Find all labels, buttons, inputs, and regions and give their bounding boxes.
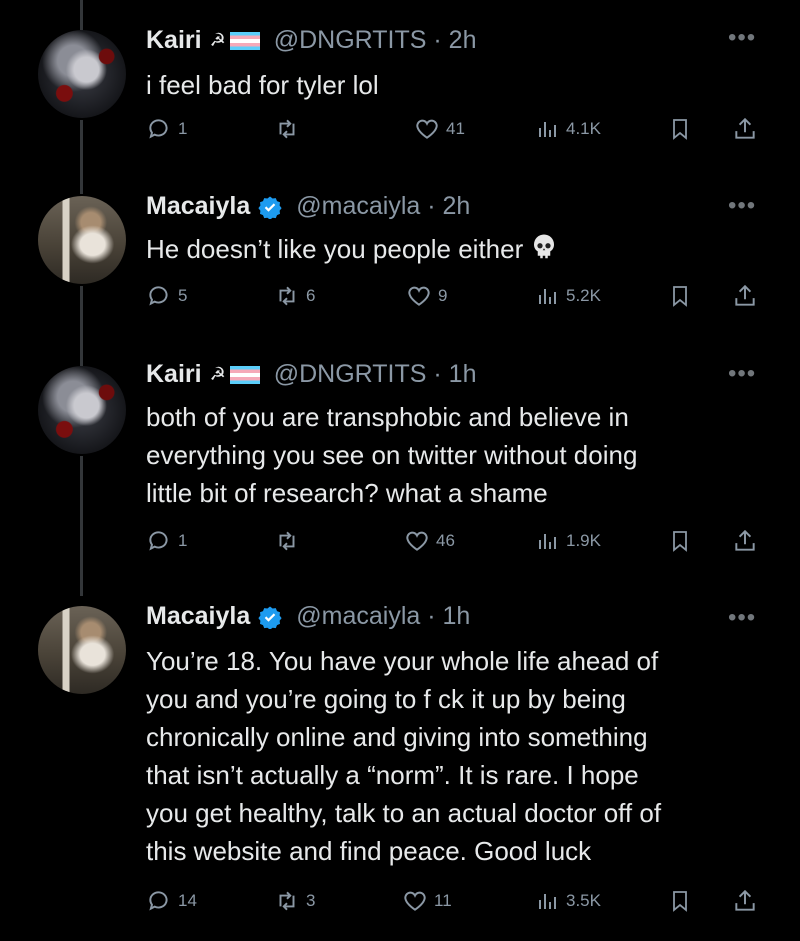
views-icon [539, 289, 556, 304]
reply-icon [149, 531, 168, 551]
tweet-text-line: chronically online and giving into somet… [146, 722, 648, 752]
share-button[interactable] [732, 888, 758, 914]
repost-button[interactable]: 6 [274, 283, 315, 309]
views-button[interactable]: 1.9K [536, 528, 601, 554]
heart-icon [416, 119, 438, 139]
tweet-text: both of you are transphobic and believe … [146, 398, 776, 512]
avatar[interactable] [38, 30, 126, 118]
tweet-text-line: this website and find peace. Good luck [146, 836, 592, 866]
avatar[interactable] [38, 606, 126, 694]
tweet-text-line: you get healthy, talk to an actual docto… [146, 798, 662, 828]
author-handle[interactable]: @DNGRTITS · 2h [274, 26, 477, 55]
share-icon [735, 889, 755, 911]
tweet-text: You’re 18. You have your whole life ahea… [146, 642, 776, 870]
avatar[interactable] [38, 366, 126, 454]
bookmark-button[interactable] [668, 283, 692, 309]
thread-line [80, 456, 83, 596]
share-icon [735, 284, 755, 306]
like-button[interactable]: 9 [406, 283, 447, 309]
thread-line [80, 286, 83, 366]
repost-button[interactable] [274, 528, 306, 554]
bookmark-icon [673, 119, 687, 140]
repost-button[interactable]: 3 [274, 888, 315, 914]
more-dots-icon[interactable]: ••• [728, 360, 756, 388]
share-icon [735, 529, 755, 551]
skull-icon [529, 232, 559, 272]
verified-icon [258, 195, 282, 219]
heart-icon [406, 531, 428, 551]
reply-button[interactable]: 5 [146, 283, 187, 309]
reply-icon [149, 891, 168, 911]
tweet-text-line: You’re 18. You have your whole life ahea… [146, 646, 659, 676]
hammer-sickle-icon: ☭ [209, 30, 226, 50]
tweet-text-line: both of you are transphobic and believe … [146, 402, 629, 432]
thread-line [80, 0, 83, 30]
verified-icon [258, 605, 282, 629]
share-icon [735, 117, 755, 139]
tweet-text: He doesn’t like you people either [146, 230, 776, 272]
like-button[interactable]: 11 [402, 888, 452, 914]
repost-icon [279, 531, 295, 551]
author-name[interactable]: Macaiyla [146, 192, 250, 221]
tweet-header: Macaiyla @macaiyla · 2h [146, 192, 470, 221]
repost-icon [279, 891, 295, 911]
more-dots-icon[interactable]: ••• [728, 604, 756, 632]
heart-icon [404, 891, 426, 911]
trans-flag-icon: ☭ [210, 30, 260, 51]
views-button[interactable]: 5.2K [536, 283, 601, 309]
like-button[interactable]: 46 [404, 528, 455, 554]
thread-line [80, 120, 83, 194]
author-handle[interactable]: @DNGRTITS · 1h [274, 360, 477, 389]
reply-button[interactable]: 1 [146, 116, 187, 142]
tweet-header: Macaiyla @macaiyla · 1h [146, 602, 470, 631]
like-button[interactable]: 41 [414, 116, 465, 142]
tweet-text-line: that isn’t actually a “norm”. It is rare… [146, 760, 639, 790]
bookmark-button[interactable] [668, 528, 692, 554]
tweet-text: i feel bad for tyler lol [146, 70, 379, 100]
tweet-actions: 14 3 11 3.5K [146, 888, 766, 918]
repost-icon [279, 119, 295, 139]
avatar[interactable] [38, 196, 126, 284]
author-name[interactable]: Kairi [146, 360, 202, 389]
bookmark-button[interactable] [668, 116, 692, 142]
hammer-sickle-icon: ☭ [209, 364, 226, 384]
views-icon [539, 122, 556, 137]
tweet-text-line: everything you see on twitter without do… [146, 440, 638, 470]
share-button[interactable] [732, 116, 758, 142]
views-icon [539, 894, 556, 909]
trans-flag-icon: ☭ [210, 364, 260, 385]
author-name[interactable]: Kairi [146, 26, 202, 55]
share-button[interactable] [732, 283, 758, 309]
tweet-text-line: you and you’re going to f ck it up by be… [146, 684, 626, 714]
bookmark-icon [673, 286, 687, 307]
bookmark-icon [673, 891, 687, 912]
share-button[interactable] [732, 528, 758, 554]
reply-icon [149, 119, 168, 139]
tweet-header: Kairi ☭ @DNGRTITS · 1h [146, 360, 476, 389]
author-handle[interactable]: @macaiyla · 1h [296, 602, 470, 631]
bookmark-icon [673, 531, 687, 552]
author-name[interactable]: Macaiyla [146, 602, 250, 631]
views-icon [539, 534, 556, 549]
views-button[interactable]: 3.5K [536, 888, 601, 914]
tweet-actions: 1 46 1.9K [146, 528, 766, 558]
author-handle[interactable]: @macaiyla · 2h [296, 192, 470, 221]
reply-button[interactable]: 1 [146, 528, 187, 554]
tweet-header: Kairi ☭ @DNGRTITS · 2h [146, 26, 476, 55]
tweet-actions: 1 41 4.1K [146, 116, 766, 146]
reply-icon [149, 286, 168, 306]
views-button[interactable]: 4.1K [536, 116, 601, 142]
heart-icon [408, 286, 430, 306]
more-dots-icon[interactable]: ••• [728, 24, 756, 52]
tweet-actions: 5 6 9 5.2K [146, 283, 766, 313]
more-dots-icon[interactable]: ••• [728, 192, 756, 220]
reply-button[interactable]: 14 [146, 888, 197, 914]
repost-button[interactable] [274, 116, 306, 142]
repost-icon [279, 286, 295, 306]
bookmark-button[interactable] [668, 888, 692, 914]
tweet-text-line: little bit of research? what a shame [146, 478, 548, 508]
